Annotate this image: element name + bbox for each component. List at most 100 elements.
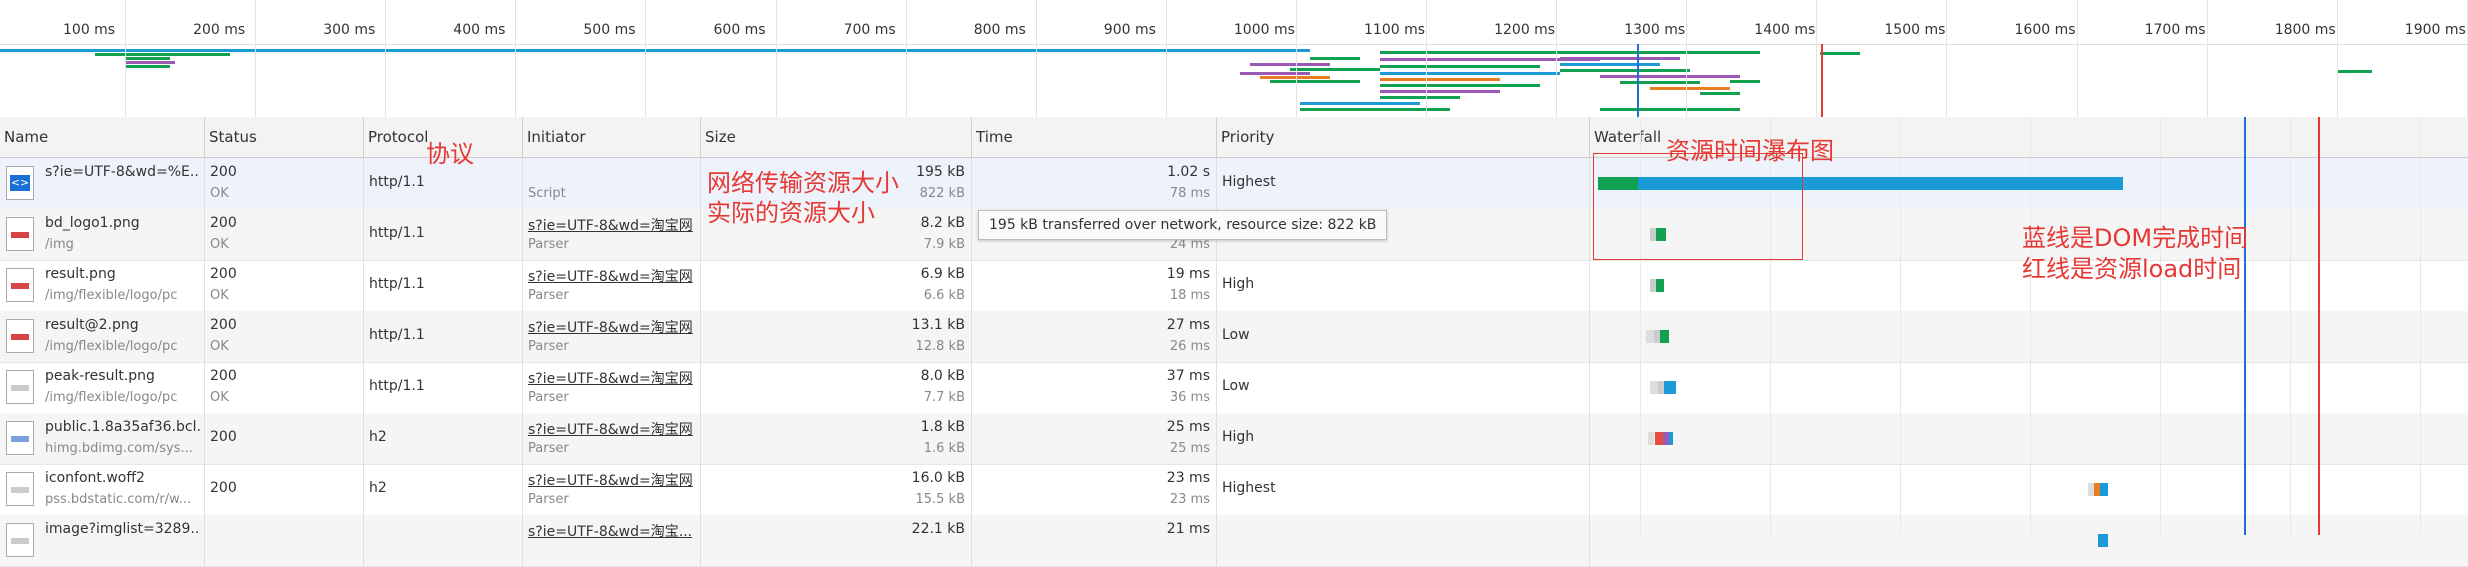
priority-value: Low xyxy=(1222,327,1250,343)
waterfall-bar[interactable] xyxy=(1646,330,1654,343)
total-time: 37 ms xyxy=(1166,368,1210,384)
cell-name[interactable]: public.1.8a35af36.bcl... himg.bdimg.com/… xyxy=(0,413,204,464)
cell-waterfall[interactable] xyxy=(1589,464,2468,515)
column-header-status[interactable]: Status xyxy=(204,117,363,157)
ruler-tick-label: 1500 ms xyxy=(1884,22,1946,38)
cell-initiator[interactable]: s?ie=UTF-8&wd=淘宝网 Parser xyxy=(522,464,700,515)
initiator-link[interactable]: s?ie=UTF-8&wd=淘宝... xyxy=(528,521,696,541)
image-file-icon xyxy=(6,268,34,302)
initiator-link[interactable]: s?ie=UTF-8&wd=淘宝网 xyxy=(528,317,696,337)
column-header-initiator[interactable]: Initiator xyxy=(522,117,700,157)
request-path: pss.bdstatic.com/r/w... xyxy=(45,492,191,507)
ruler-tick xyxy=(385,0,387,117)
cell-initiator[interactable]: s?ie=UTF-8&wd=淘宝... xyxy=(522,515,700,566)
overview-dom-line xyxy=(1637,44,1639,117)
cell-name[interactable]: result@2.png /img/flexible/logo/pc xyxy=(0,311,204,362)
overview-request-bar xyxy=(1380,78,1500,81)
cell-waterfall[interactable] xyxy=(1589,413,2468,464)
waterfall-bar[interactable] xyxy=(2098,534,2108,547)
cell-waterfall[interactable] xyxy=(1589,311,2468,362)
ruler-tick-label: 400 ms xyxy=(453,22,506,38)
column-header-time[interactable]: Time xyxy=(971,117,1216,157)
protocol-value: http/1.1 xyxy=(369,378,425,394)
ruler-tick-label: 1700 ms xyxy=(2144,22,2206,38)
ruler-tick xyxy=(1816,0,1818,117)
cell-initiator[interactable]: Script xyxy=(522,158,700,209)
waterfall-gridline xyxy=(2290,117,2291,535)
overview-timeline[interactable]: 100 ms 200 ms 300 ms 400 ms 500 ms 600 ms 700 … xyxy=(0,0,2468,118)
overview-request-bar xyxy=(2337,70,2372,73)
overview-request-bar xyxy=(1240,72,1310,75)
cell-status: 200 OK xyxy=(204,362,363,413)
waterfall-bar[interactable] xyxy=(1660,330,1669,343)
status-text: OK xyxy=(210,237,229,252)
column-header-priority[interactable]: Priority xyxy=(1216,117,1589,157)
overview-request-bar xyxy=(1290,68,1380,71)
waterfall-bar[interactable] xyxy=(1650,381,1658,394)
status-code: 200 xyxy=(210,480,237,496)
cell-protocol: http/1.1 xyxy=(363,311,522,362)
overview-request-bar xyxy=(1250,63,1330,66)
cell-name[interactable]: result.png /img/flexible/logo/pc xyxy=(0,260,204,311)
cell-initiator[interactable]: s?ie=UTF-8&wd=淘宝网 Parser xyxy=(522,209,700,260)
overview-request-bar xyxy=(1380,72,1560,75)
annotation-blue-line: 蓝线是DOM完成时间 xyxy=(2022,224,2249,252)
cell-initiator[interactable]: s?ie=UTF-8&wd=淘宝网 Parser xyxy=(522,260,700,311)
cell-size: 13.1 kB 12.8 kB xyxy=(700,311,971,362)
ruler-tick-label: 100 ms xyxy=(63,22,116,38)
cell-name[interactable]: iconfont.woff2 pss.bdstatic.com/r/w... xyxy=(0,464,204,515)
image-file-icon xyxy=(6,370,34,404)
cell-status: 200 OK xyxy=(204,158,363,209)
cell-status: 200 xyxy=(204,464,363,515)
cell-name[interactable]: peak-result.png /img/flexible/logo/pc xyxy=(0,362,204,413)
cell-name[interactable]: bd_logo1.png /img xyxy=(0,209,204,260)
initiator-link[interactable]: s?ie=UTF-8&wd=淘宝网 xyxy=(528,470,696,490)
ruler-tick xyxy=(1556,0,1558,117)
waterfall-bar[interactable] xyxy=(1648,432,1654,445)
status-text: OK xyxy=(210,339,229,354)
latency-time: 18 ms xyxy=(1169,288,1210,303)
column-header-name[interactable]: Name xyxy=(0,117,204,157)
cell-initiator[interactable]: s?ie=UTF-8&wd=淘宝网 Parser xyxy=(522,311,700,362)
cell-time: 23 ms 23 ms xyxy=(971,464,1216,515)
transfer-size: 1.8 kB xyxy=(920,419,965,435)
initiator-type: Parser xyxy=(528,492,569,507)
ruler-tick-label: 600 ms xyxy=(713,22,766,38)
initiator-link[interactable]: s?ie=UTF-8&wd=淘宝网 xyxy=(528,215,696,235)
ruler-tick xyxy=(1686,0,1688,117)
cell-name[interactable]: image?imglist=3289... xyxy=(0,515,204,566)
cell-initiator[interactable]: s?ie=UTF-8&wd=淘宝网 Parser xyxy=(522,362,700,413)
cell-time: 25 ms 25 ms xyxy=(971,413,1216,464)
cell-waterfall[interactable] xyxy=(1589,515,2468,566)
cell-initiator[interactable]: s?ie=UTF-8&wd=淘宝网 Parser xyxy=(522,413,700,464)
cell-protocol: http/1.1 xyxy=(363,209,522,260)
waterfall-bar[interactable] xyxy=(2100,483,2108,496)
transfer-size: 8.2 kB xyxy=(920,215,965,231)
initiator-link[interactable]: s?ie=UTF-8&wd=淘宝网 xyxy=(528,419,696,439)
column-header-size[interactable]: Size xyxy=(700,117,971,157)
annotation-size-resource: 实际的资源大小 xyxy=(707,199,875,227)
priority-value: High xyxy=(1222,429,1255,445)
table-header: Name Status Protocol Initiator Size Time… xyxy=(0,117,2468,158)
waterfall-bar[interactable] xyxy=(1655,432,1663,445)
cell-status: 200 xyxy=(204,413,363,464)
cell-priority: High xyxy=(1216,413,1589,464)
initiator-link[interactable]: s?ie=UTF-8&wd=淘宝网 xyxy=(528,368,696,388)
cell-size: 16.0 kB 15.5 kB xyxy=(700,464,971,515)
cell-waterfall[interactable] xyxy=(1589,362,2468,413)
ruler-tick-label: 1000 ms xyxy=(1233,22,1295,38)
table-row[interactable]: public.1.8a35af36.bcl... himg.bdimg.com/… xyxy=(0,413,2468,465)
cell-priority: Low xyxy=(1216,311,1589,362)
waterfall-bar[interactable] xyxy=(1669,432,1673,445)
table-row[interactable]: peak-result.png /img/flexible/logo/pc 20… xyxy=(0,362,2468,414)
latency-time: 78 ms xyxy=(1169,186,1210,201)
cell-name[interactable]: <> s?ie=UTF-8&wd=%E... xyxy=(0,158,204,209)
overview-request-bar xyxy=(1380,84,1540,87)
total-time: 27 ms xyxy=(1166,317,1210,333)
ruler-tick xyxy=(775,0,777,117)
table-row[interactable]: result@2.png /img/flexible/logo/pc 200 O… xyxy=(0,311,2468,363)
waterfall-bar[interactable] xyxy=(1664,381,1676,394)
total-time: 19 ms xyxy=(1166,266,1210,282)
waterfall-bar[interactable] xyxy=(1656,279,1664,292)
initiator-link[interactable]: s?ie=UTF-8&wd=淘宝网 xyxy=(528,266,696,286)
